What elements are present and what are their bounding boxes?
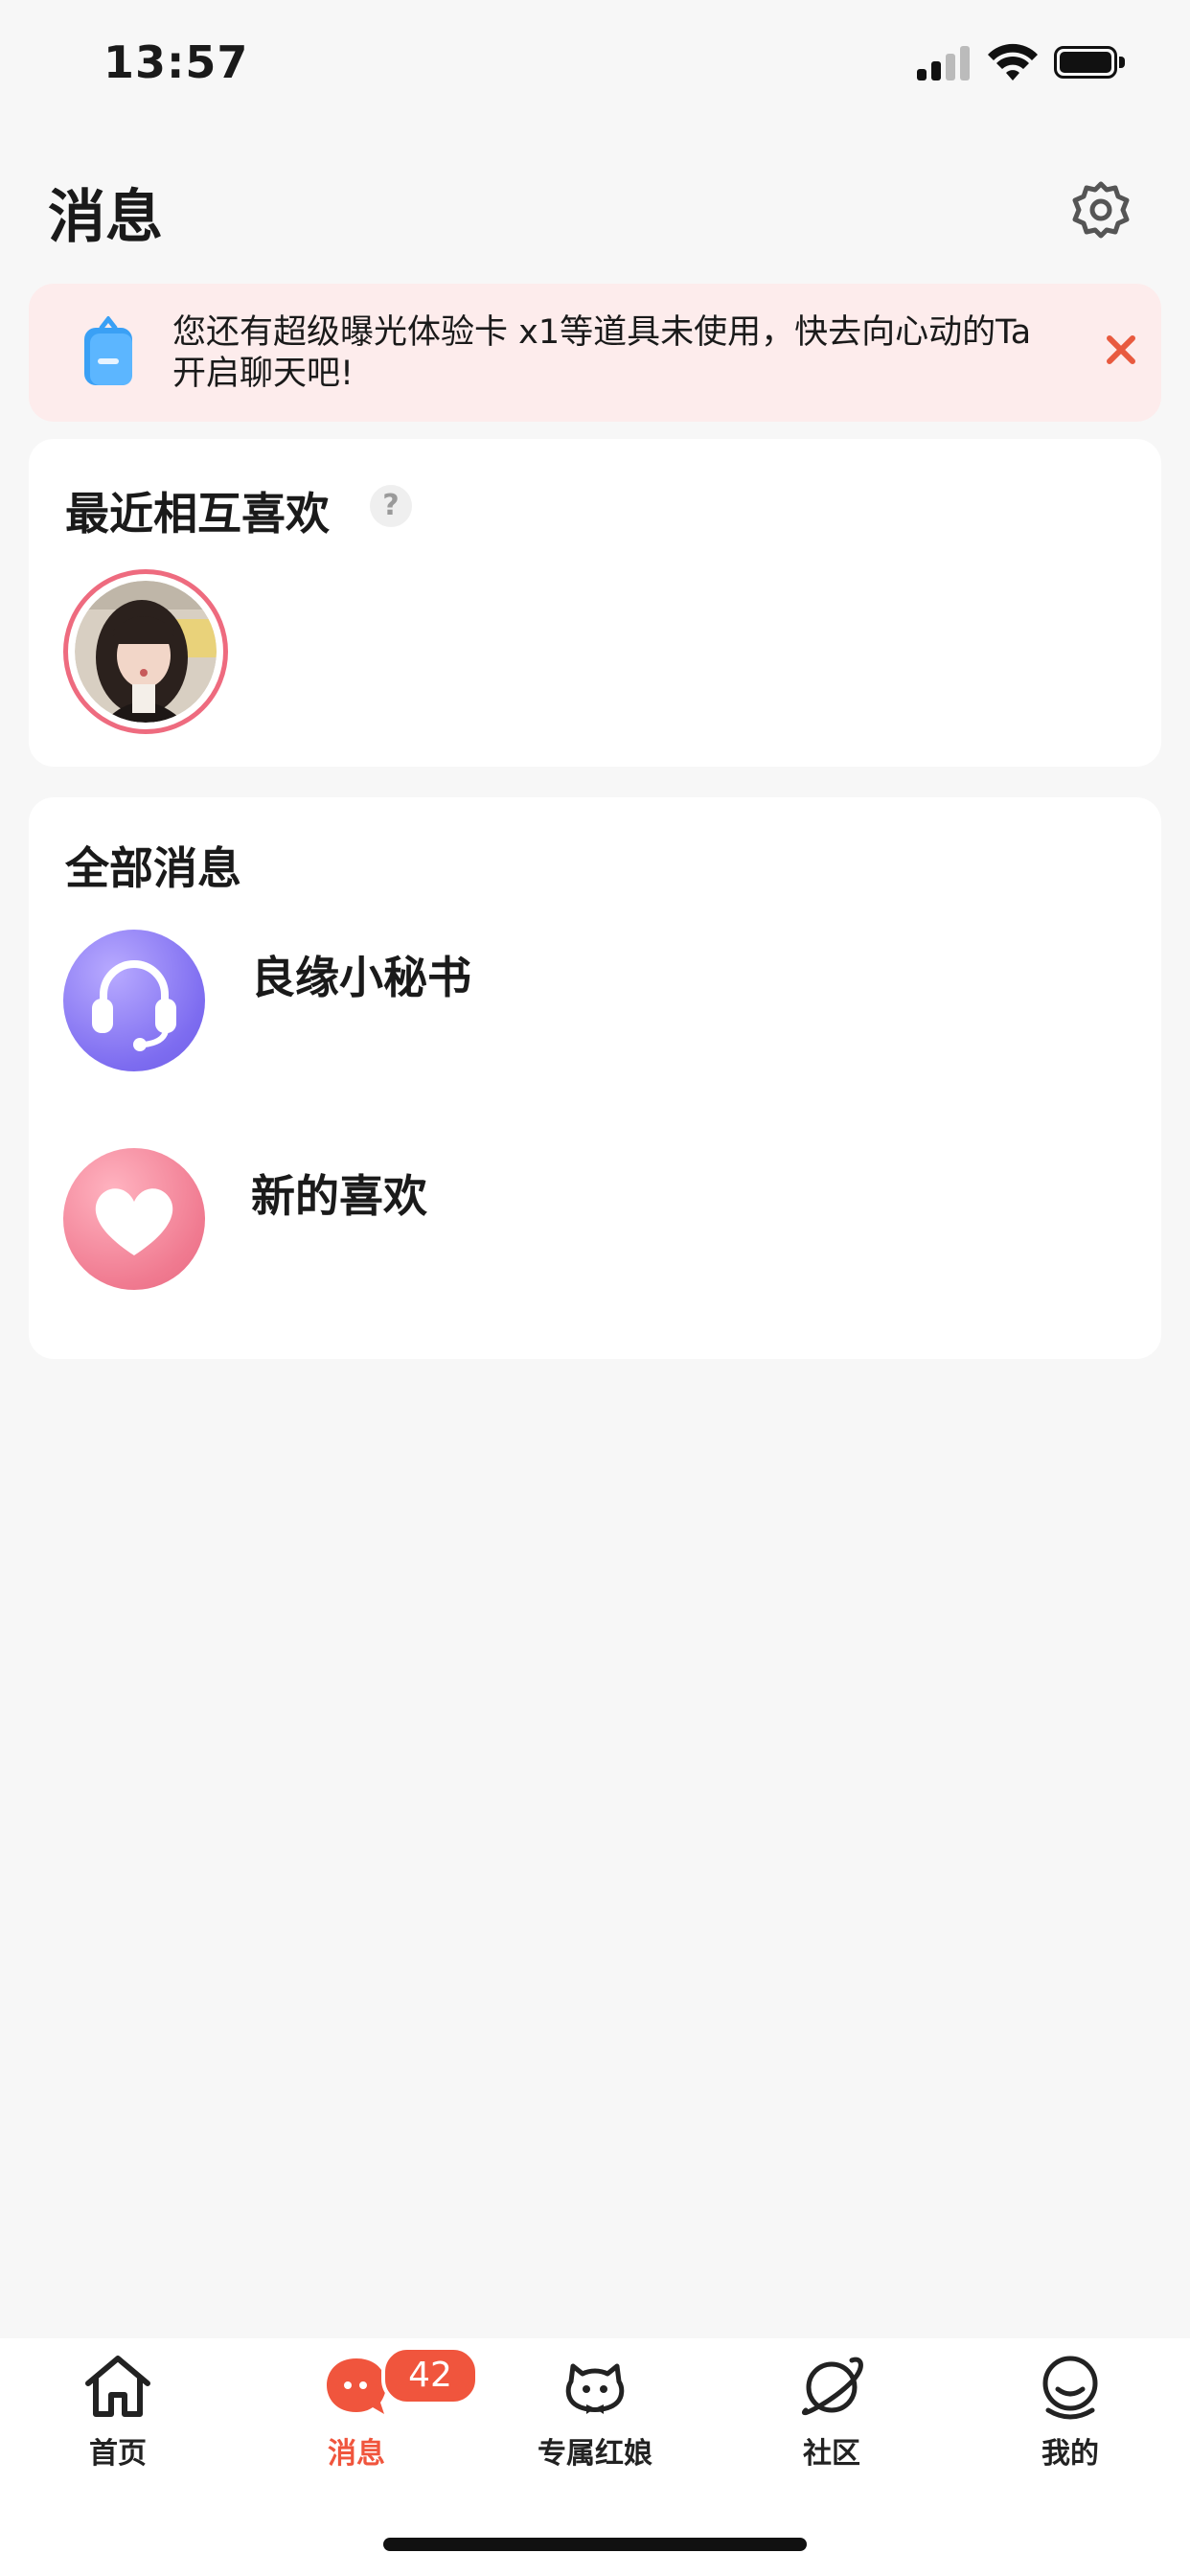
page-title: 消息 [48,184,163,251]
tab-mine-label: 我的 [1041,2437,1099,2471]
notice-text: 您还有超级曝光体验卡 x1等道具未使用，快去向心动的Ta开启聊天吧! [172,313,1032,393]
tab-community[interactable]: 社区 [745,2353,918,2477]
close-icon[interactable] [1104,333,1138,367]
battery-icon [1054,46,1127,80]
tab-community-label: 社区 [803,2437,860,2471]
chat-bubble-icon [327,2358,386,2414]
tag-card-icon [84,316,132,385]
message-item-new-likes[interactable]: 新的喜欢 [251,1162,427,1225]
tab-mine[interactable]: 我的 [984,2353,1156,2477]
all-messages-title: 全部消息 [65,842,241,894]
tab-matchmaker-label: 专属红娘 [538,2437,652,2471]
message-item-assistant[interactable]: 良缘小秘书 [251,943,471,1006]
tab-home-label: 首页 [89,2437,147,2471]
mutual-likes-title: 最近相互喜欢 [65,488,330,540]
profile-icon [1042,2356,1098,2420]
avatar[interactable] [75,581,217,723]
headset-icon[interactable] [63,930,205,1071]
home-indicator [383,2538,807,2551]
unread-badge: 42 [381,2346,479,2405]
heart-icon[interactable] [63,1148,205,1290]
status-time: 13:57 [103,36,249,88]
tab-messages-label: 消息 [328,2437,385,2471]
tab-matchmaker[interactable]: 专属红娘 [509,2353,681,2477]
help-icon[interactable]: ? [370,485,412,527]
wifi-icon [988,43,1038,80]
home-icon [85,2356,150,2417]
tab-home[interactable]: 首页 [32,2353,204,2477]
matchmaker-icon [565,2363,625,2414]
gear-icon[interactable] [1071,180,1131,240]
cellular-signal-icon [917,46,971,80]
planet-icon [801,2357,863,2416]
